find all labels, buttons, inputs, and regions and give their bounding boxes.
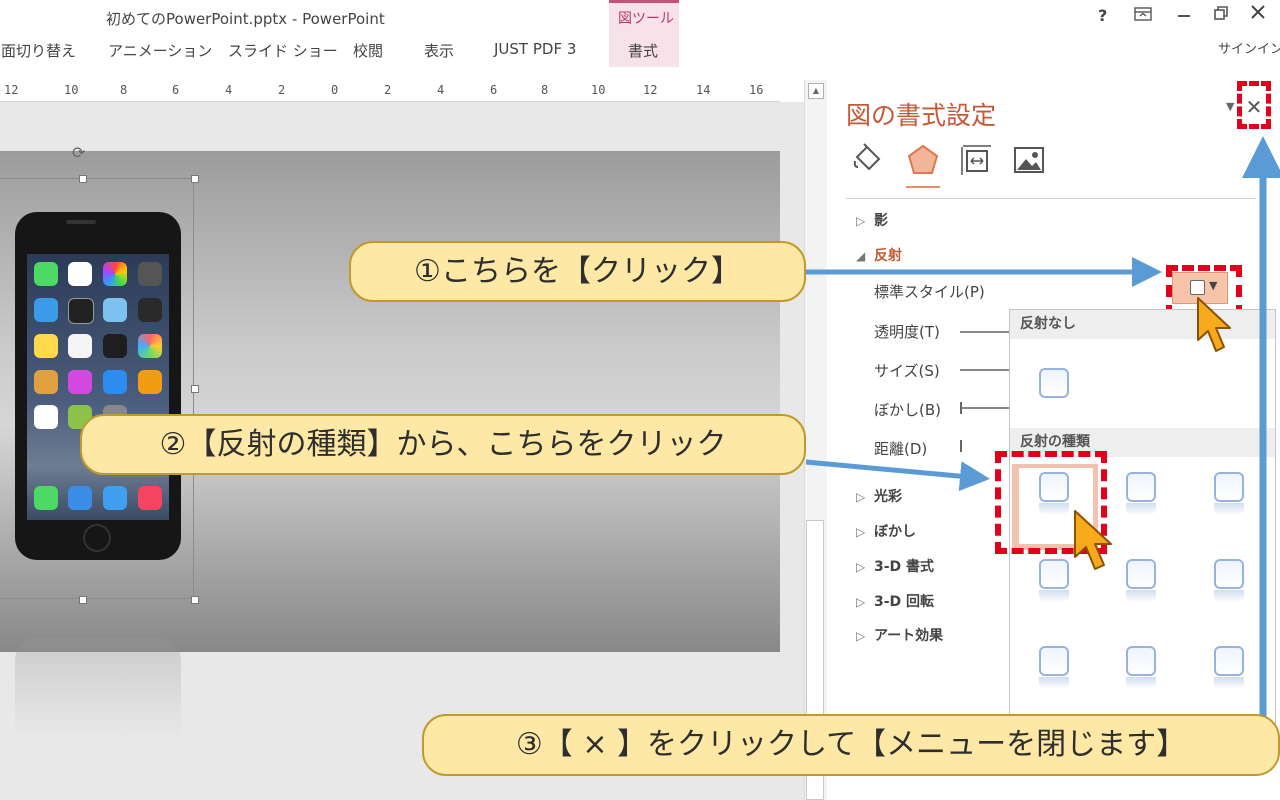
annotation-arrows	[805, 136, 1280, 725]
arrow-to-variation	[805, 459, 990, 492]
mouse-pointer-icon	[1073, 509, 1113, 583]
mouse-pointer-icon	[1196, 296, 1232, 366]
callout-step1: ①こちらを【クリック】	[349, 241, 806, 302]
callout-step3: ③【 × 】をクリックして【メニューを閉じます】	[422, 714, 1280, 776]
callout-step2: ②【反射の種類】から、こちらをクリック	[80, 414, 806, 475]
